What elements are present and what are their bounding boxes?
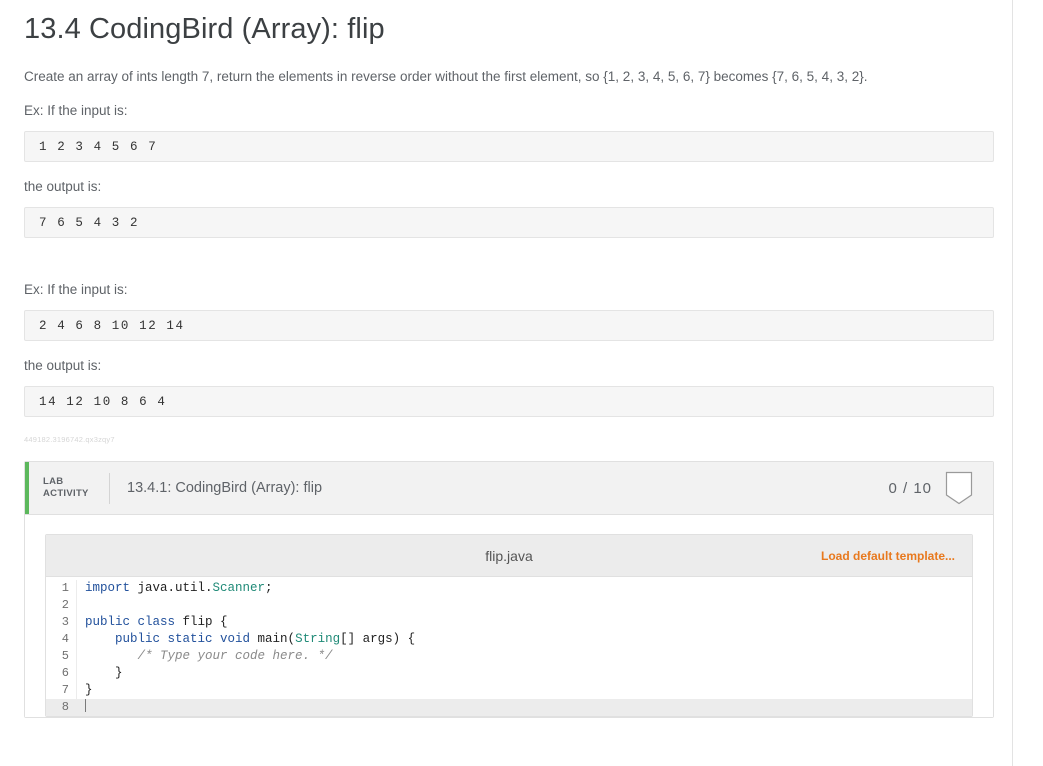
example-1-output-label: the output is: [24, 179, 102, 194]
code-editor-panel: flip.java Load default template... 1 impo… [45, 534, 973, 717]
lab-activity-tag: LAB ACTIVITY [43, 476, 105, 500]
code-line[interactable]: 5 /* Type your code here. */ [46, 648, 972, 665]
example-1-output-box: 7 6 5 4 3 2 [24, 207, 994, 238]
code-line-number: 1 [61, 581, 69, 595]
lab-activity-body: flip.java Load default template... 1 impo… [25, 515, 993, 717]
code-line-number: 8 [61, 700, 69, 714]
lab-activity-title: 13.4.1: CodingBird (Array): flip [127, 480, 323, 496]
code-line-text: /* Type your code here. */ [137, 649, 333, 663]
code-line-number: 3 [61, 615, 69, 629]
lab-tag-line-2: ACTIVITY [43, 488, 89, 499]
example-1-input-label: Ex: If the input is: [24, 103, 128, 118]
code-editor-text-area[interactable]: 1 import java.util.Scanner; 2 3 public class… [46, 577, 972, 716]
lab-accent-bar [25, 462, 29, 514]
lab-tag-line-1: LAB [43, 476, 64, 487]
lab-header-divider [109, 472, 110, 504]
code-line-number: 4 [61, 632, 69, 646]
editor-toolbar: flip.java Load default template... [46, 535, 972, 577]
code-line-number: 6 [61, 666, 69, 680]
text-cursor [85, 699, 86, 712]
code-line[interactable]: 8 [46, 699, 972, 716]
example-spacer [24, 238, 994, 265]
score-shield-icon [945, 471, 973, 505]
lab-score-area: 0 / 10 [888, 471, 993, 505]
gutter-divider [76, 597, 77, 614]
code-line-text: } [85, 666, 123, 680]
code-line[interactable]: 7} [46, 682, 972, 699]
example-2-input-box: 2 4 6 8 10 12 14 [24, 310, 994, 341]
content-right-divider [1012, 0, 1013, 766]
example-2-output-label: the output is: [24, 358, 102, 373]
code-line-text: import java.util.Scanner; [85, 581, 273, 595]
code-line[interactable]: 6 } [46, 665, 972, 682]
code-line-text: } [85, 683, 93, 697]
code-line[interactable]: 4 public static void main(String[] args)… [46, 631, 972, 648]
code-line[interactable]: 3 public class flip { [46, 614, 972, 631]
example-2-output-box: 14 12 10 8 6 4 [24, 386, 994, 417]
page-content: 13.4 CodingBird (Array): flip Create an … [24, 0, 994, 718]
code-line-number: 2 [61, 598, 69, 612]
code-line-text [77, 699, 972, 716]
activity-stamp-id: 449182.3196742.qx3zqy7 [24, 435, 115, 444]
code-line-number: 5 [61, 649, 69, 663]
load-default-template-link[interactable]: Load default template... [821, 549, 955, 563]
example-1-input-box: 1 2 3 4 5 6 7 [24, 131, 994, 162]
code-line[interactable]: 1 import java.util.Scanner; [46, 580, 972, 597]
page-title: 13.4 CodingBird (Array): flip [24, 13, 385, 45]
code-line-number: 7 [61, 683, 69, 697]
code-line-text: public class flip { [85, 615, 228, 629]
example-2-input-label: Ex: If the input is: [24, 282, 128, 297]
lab-activity-header: LAB ACTIVITY 13.4.1: CodingBird (Array):… [25, 462, 993, 515]
problem-description: Create an array of ints length 7, return… [24, 69, 868, 84]
lab-page: 13.4 CodingBird (Array): flip Create an … [0, 0, 1043, 766]
code-line[interactable]: 2 [46, 597, 972, 614]
lab-activity-card: LAB ACTIVITY 13.4.1: CodingBird (Array):… [24, 461, 994, 718]
lab-score-text: 0 / 10 [888, 479, 932, 497]
code-line-text: public static void main(String[] args) { [115, 632, 416, 646]
